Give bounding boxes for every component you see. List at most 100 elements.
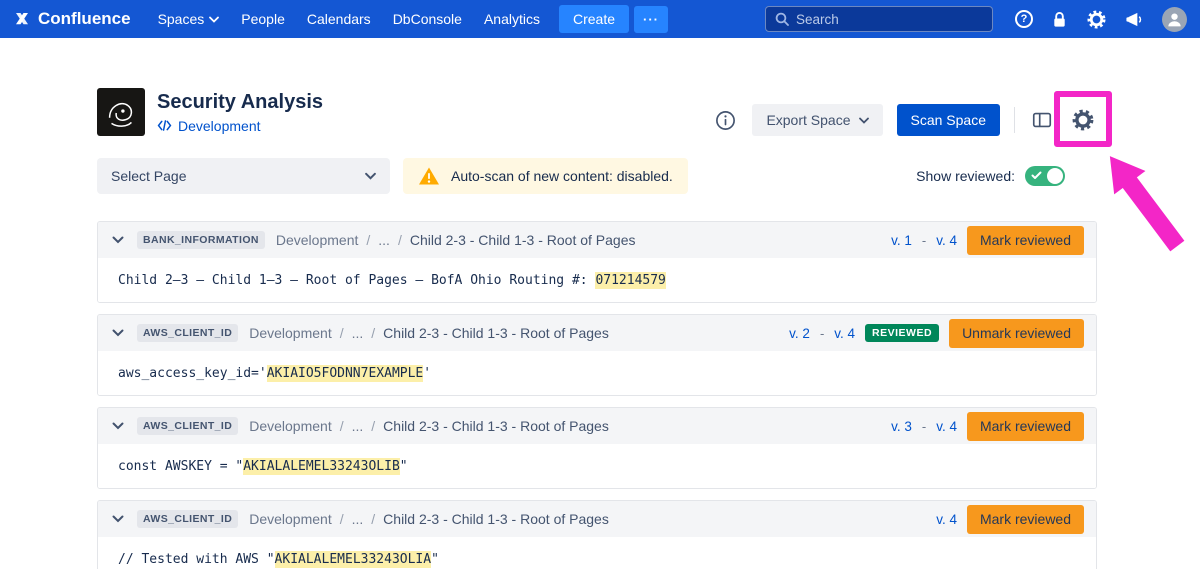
unmark-reviewed-button[interactable]: Unmark reviewed xyxy=(949,319,1084,348)
finding-header: AWS_CLIENT_ID Development / ... / Child … xyxy=(98,315,1096,351)
chevron-down-icon xyxy=(112,422,124,430)
chevron-down-icon xyxy=(365,172,376,180)
finding-body: // Tested with AWS "AKIALALEMEL33243OLIA… xyxy=(98,537,1096,569)
finding-actions: v. 2 - v. 4 REVIEWED Unmark reviewed xyxy=(789,319,1084,348)
finding-type-badge: AWS_CLIENT_ID xyxy=(137,417,238,435)
search-box[interactable] xyxy=(765,6,993,32)
gear-icon xyxy=(1071,108,1095,132)
breadcrumb-page[interactable]: Child 2-3 - Child 1-3 - Root of Pages xyxy=(383,511,609,527)
nav-spaces[interactable]: Spaces xyxy=(147,0,231,38)
breadcrumb-separator: / xyxy=(340,511,344,527)
collapse-toggle[interactable] xyxy=(110,234,126,246)
mark-reviewed-button[interactable]: Mark reviewed xyxy=(967,412,1084,441)
nav-calendars[interactable]: Calendars xyxy=(296,0,382,38)
version-from-link[interactable]: v. 1 xyxy=(891,233,912,248)
breadcrumb-page[interactable]: Child 2-3 - Child 1-3 - Root of Pages xyxy=(383,325,609,341)
export-space-button[interactable]: Export Space xyxy=(752,104,882,136)
search-input[interactable] xyxy=(796,12,983,27)
finding-card: AWS_CLIENT_ID Development / ... / Child … xyxy=(97,500,1097,569)
confluence-home-link[interactable]: Confluence xyxy=(13,9,131,29)
version-to-link[interactable]: v. 4 xyxy=(834,326,855,341)
collapse-toggle[interactable] xyxy=(110,420,126,432)
finding-card: AWS_CLIENT_ID Development / ... / Child … xyxy=(97,407,1097,489)
breadcrumb-space[interactable]: Development xyxy=(249,511,332,527)
scan-space-button[interactable]: Scan Space xyxy=(897,104,1001,136)
breadcrumb-space[interactable]: Development xyxy=(276,232,359,248)
finding-snippet: const AWSKEY = "AKIALALEMEL33243OLIB" xyxy=(118,458,408,475)
version-to-link[interactable]: v. 4 xyxy=(936,419,957,434)
titles: Security Analysis Development xyxy=(157,91,323,134)
board-layout-icon xyxy=(1031,109,1053,131)
show-reviewed-toggle[interactable] xyxy=(1025,166,1065,186)
avatar xyxy=(1162,7,1187,32)
collapse-toggle[interactable] xyxy=(110,327,126,339)
select-page-dropdown[interactable]: Select Page xyxy=(97,158,390,194)
version-to-link[interactable]: v. 4 xyxy=(936,233,957,248)
breadcrumb: Development / ... / Child 2-3 - Child 1-… xyxy=(276,232,636,248)
search-icon xyxy=(775,12,789,26)
space-link-row: Development xyxy=(157,118,323,134)
chevron-down-icon xyxy=(859,117,869,124)
help-button[interactable]: ? xyxy=(1015,10,1033,28)
board-view-button[interactable] xyxy=(1029,107,1055,133)
breadcrumb-page[interactable]: Child 2-3 - Child 1-3 - Root of Pages xyxy=(383,418,609,434)
space-avatar xyxy=(97,88,145,136)
finding-header: BANK_INFORMATION Development / ... / Chi… xyxy=(98,222,1096,258)
title-block: Security Analysis Development xyxy=(97,88,323,136)
version-from-link[interactable]: v. 3 xyxy=(891,419,912,434)
settings-button[interactable] xyxy=(1086,9,1107,30)
space-actions: Export Space Scan Space xyxy=(713,104,1097,136)
space-link[interactable]: Development xyxy=(178,118,261,134)
brand-name: Confluence xyxy=(38,9,131,29)
breadcrumb-ellipsis[interactable]: ... xyxy=(352,511,364,527)
space-avatar-art-icon xyxy=(102,93,140,131)
admin-lock-button[interactable] xyxy=(1051,10,1068,29)
code-brackets-icon xyxy=(157,120,172,131)
version-from-link[interactable]: v. 2 xyxy=(789,326,810,341)
feedback-button[interactable] xyxy=(1125,10,1144,29)
top-nav-bar: Confluence Spaces People Calendars DbCon… xyxy=(0,0,1200,38)
breadcrumb-separator: / xyxy=(340,418,344,434)
secret-highlight: AKIALALEMEL33243OLIB xyxy=(243,458,400,475)
create-button[interactable]: Create xyxy=(559,5,629,33)
finding-type-badge: BANK_INFORMATION xyxy=(137,231,265,249)
collapse-toggle[interactable] xyxy=(110,513,126,525)
breadcrumb-ellipsis[interactable]: ... xyxy=(352,418,364,434)
version-from-link[interactable]: v. 4 xyxy=(936,512,957,527)
breadcrumb-separator: / xyxy=(371,511,375,527)
finding-header: AWS_CLIENT_ID Development / ... / Child … xyxy=(98,501,1096,537)
mark-reviewed-button[interactable]: Mark reviewed xyxy=(967,226,1084,255)
topbar-icons: ? xyxy=(1015,7,1187,32)
finding-actions: v. 3 - v. 4 Mark reviewed xyxy=(891,412,1084,441)
finding-body: Child 2–3 – Child 1–3 – Root of Pages – … xyxy=(98,258,1096,302)
secret-highlight: AKIALALEMEL33243OLIA xyxy=(275,551,432,568)
breadcrumb-page[interactable]: Child 2-3 - Child 1-3 - Root of Pages xyxy=(410,232,636,248)
mark-reviewed-button[interactable]: Mark reviewed xyxy=(967,505,1084,534)
more-button[interactable]: ··· xyxy=(634,6,668,33)
feedback-megaphone-icon xyxy=(1125,10,1144,29)
finding-body: const AWSKEY = "AKIALALEMEL33243OLIB" xyxy=(98,444,1096,488)
toggle-knob xyxy=(1047,168,1063,184)
finding-header: AWS_CLIENT_ID Development / ... / Child … xyxy=(98,408,1096,444)
finding-snippet: // Tested with AWS "AKIALALEMEL33243OLIA… xyxy=(118,551,439,568)
breadcrumb-space[interactable]: Development xyxy=(249,325,332,341)
nav-people[interactable]: People xyxy=(230,0,296,38)
finding-snippet: aws_access_key_id='AKIAIO5FODNN7EXAMPLE' xyxy=(118,365,431,382)
nav-analytics[interactable]: Analytics xyxy=(473,0,551,38)
breadcrumb-ellipsis[interactable]: ... xyxy=(378,232,390,248)
finding-card: AWS_CLIENT_ID Development / ... / Child … xyxy=(97,314,1097,396)
space-settings-button[interactable] xyxy=(1069,106,1097,134)
version-separator: - xyxy=(922,233,926,248)
secret-highlight: 071214579 xyxy=(595,272,665,289)
breadcrumb: Development / ... / Child 2-3 - Child 1-… xyxy=(249,325,609,341)
finding-card: BANK_INFORMATION Development / ... / Chi… xyxy=(97,221,1097,303)
breadcrumb-separator: / xyxy=(398,232,402,248)
breadcrumb-space[interactable]: Development xyxy=(249,418,332,434)
info-icon xyxy=(715,110,736,131)
warning-text: Auto-scan of new content: disabled. xyxy=(451,168,673,184)
breadcrumb-ellipsis[interactable]: ... xyxy=(352,325,364,341)
breadcrumb-separator: / xyxy=(340,325,344,341)
profile-button[interactable] xyxy=(1162,7,1187,32)
info-button[interactable] xyxy=(713,108,738,133)
nav-dbconsole[interactable]: DbConsole xyxy=(382,0,473,38)
